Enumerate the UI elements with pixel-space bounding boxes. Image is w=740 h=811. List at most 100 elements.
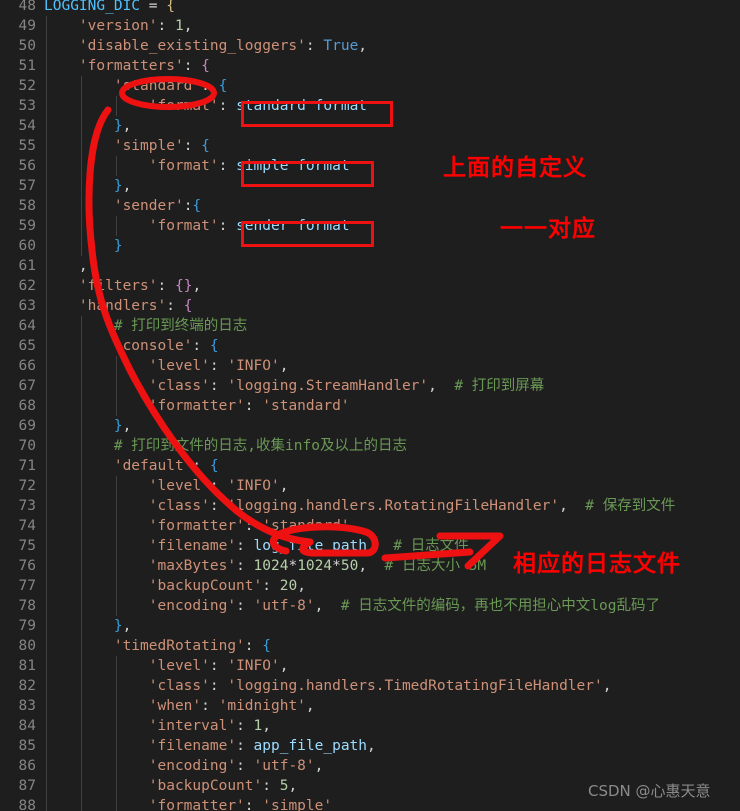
code-line-text: # 打印到终端的日志 [44,316,247,336]
code-token: 'utf-8' [253,758,315,774]
code-line-text: 'encoding': 'utf-8', # 日志文件的编码，再也不用担心中文l… [44,596,660,616]
code-line-text: 'version': 1, [44,16,193,36]
code-line[interactable]: 77 'backupCount': 20, [0,576,740,596]
code-line[interactable]: 70 # 打印到文件的日志,收集info及以上的日志 [0,436,740,456]
code-token: : [192,338,210,354]
code-line[interactable]: 61 , [0,256,740,276]
code-token: 'timedRotating' [44,638,245,654]
code-line[interactable]: 72 'level': 'INFO', [0,476,740,496]
code-line[interactable]: 64 # 打印到终端的日志 [0,316,740,336]
code-line[interactable]: 84 'interval': 1, [0,716,740,736]
code-line-text: 'filename': app_file_path, [44,736,376,756]
code-line[interactable]: 85 'filename': app_file_path, [0,736,740,756]
code-line[interactable]: 59 'format': sender format [0,216,740,236]
code-token: , [183,18,193,34]
code-token: True [323,38,359,54]
line-number: 62 [18,278,36,294]
code-token: standard format [236,98,368,114]
code-line[interactable]: 58 'sender':{ [0,196,740,216]
code-line[interactable]: 48 LOGGING_DIC = { [0,0,740,16]
code-line-text: 'format': standard format [44,96,367,116]
line-number: 83 [18,698,36,714]
code-line[interactable]: 55 'simple': { [0,136,740,156]
code-token: # 保存到文件 [585,498,676,514]
code-line[interactable]: 73 'class': 'logging.handlers.RotatingFi… [0,496,740,516]
code-line[interactable]: 86 'encoding': 'utf-8', [0,756,740,776]
line-number: 72 [18,478,36,494]
line-number: 86 [18,758,36,774]
code-token: 'utf-8' [253,598,315,614]
code-line[interactable]: 69 }, [0,416,740,436]
code-line-text: } [44,236,123,256]
code-token: , [122,118,132,134]
line-number: 49 [18,18,36,34]
code-token: * [332,558,341,574]
code-token: 'sender' [44,198,184,214]
code-token: # 打印到终端的日志 [44,318,248,334]
code-line[interactable]: 51 'formatters': { [0,56,740,76]
code-token: {} [174,278,193,294]
code-line[interactable]: 74 'formatter': 'standard', [0,516,740,536]
code-token: sender format [236,218,350,234]
code-line[interactable]: 50 'disable_existing_loggers': True, [0,36,740,56]
line-number: 48 [18,0,36,14]
code-token: 'class' [44,498,210,514]
code-token: : [244,798,263,811]
code-token: 'formatters' [44,58,184,74]
code-token: , [288,778,298,794]
code-line[interactable]: 71 'default': { [0,456,740,476]
code-line[interactable]: 49 'version': 1, [0,16,740,36]
code-token: simple format [236,158,350,174]
code-token: 'class' [44,678,210,694]
code-token: 'format' [44,98,219,114]
code-token: : [244,518,263,534]
code-token: , [559,498,586,514]
code-line[interactable]: 75 'filename': log_file_path, # 日志文件 [0,536,740,556]
code-line[interactable]: 66 'level': 'INFO', [0,356,740,376]
code-token: : [244,638,263,654]
code-line-text: 'filename': log_file_path, # 日志文件 [44,536,469,556]
code-line-text: 'timedRotating': { [44,636,271,656]
code-line[interactable]: 54 }, [0,116,740,136]
code-line[interactable]: 79 }, [0,616,740,636]
code-line-text: 'level': 'INFO', [44,476,289,496]
code-token: : [236,718,254,734]
code-line-text: 'class': 'logging.StreamHandler', # 打印到屏… [44,376,545,396]
code-line[interactable]: 53 'format': standard format [0,96,740,116]
code-line[interactable]: 78 'encoding': 'utf-8', # 日志文件的编码，再也不用担心… [0,596,740,616]
code-line-text: 'encoding': 'utf-8', [44,756,324,776]
code-token: 'logging.StreamHandler' [227,378,429,394]
code-line[interactable]: 82 'class': 'logging.handlers.TimedRotat… [0,676,740,696]
code-token: { [166,0,175,14]
code-line[interactable]: 63 'handlers': { [0,296,740,316]
code-line-text: 'handlers': { [44,296,193,316]
code-token: : [201,78,219,94]
code-token: 'filters' [44,278,158,294]
code-line[interactable]: 52 'standard': { [0,76,740,96]
code-line[interactable]: 67 'class': 'logging.StreamHandler', # 打… [0,376,740,396]
code-content[interactable]: 48 LOGGING_DIC = {49 'version': 1, 50 'dis… [0,0,740,811]
code-token: # 日志文件 [393,538,469,554]
line-number: 78 [18,598,36,614]
code-line-text: 'backupCount': 5, [44,776,297,796]
line-number: 73 [18,498,36,514]
code-line[interactable]: 56 'format': simple format [0,156,740,176]
code-token: , [428,378,455,394]
code-line[interactable]: 76 'maxBytes': 1024*1024*50, # 日志大小 5M [0,556,740,576]
code-line-text: 'level': 'INFO', [44,656,289,676]
code-token: { [218,78,228,94]
code-token: : [305,38,324,54]
code-token: , [192,278,202,294]
code-line[interactable]: 80 'timedRotating': { [0,636,740,656]
code-token: 'simple' [44,138,184,154]
code-line[interactable]: 65 'console': { [0,336,740,356]
code-line[interactable]: 68 'formatter': 'standard' [0,396,740,416]
code-line[interactable]: 60 } [0,236,740,256]
code-line[interactable]: 62 'filters': {}, [0,276,740,296]
code-line-text: 'sender':{ [44,196,201,216]
code-line-text: 'disable_existing_loggers': True, [44,36,367,56]
code-line[interactable]: 83 'when': 'midnight', [0,696,740,716]
code-line[interactable]: 57 }, [0,176,740,196]
code-token: : [236,598,254,614]
code-line[interactable]: 81 'level': 'INFO', [0,656,740,676]
